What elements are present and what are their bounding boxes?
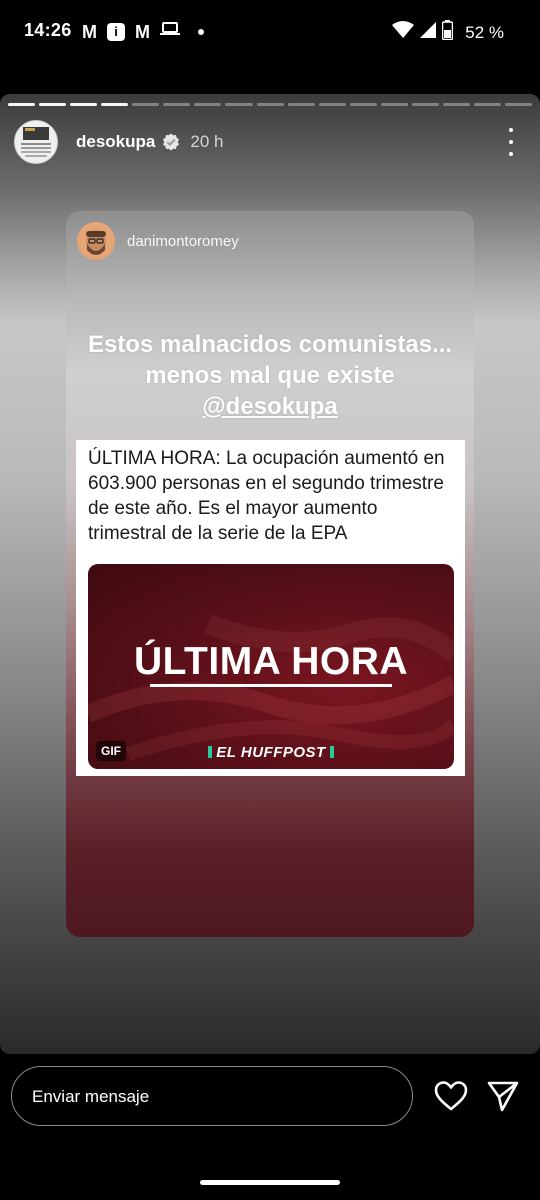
send-message-placeholder: Enviar mensaje [32, 1087, 150, 1106]
reshared-post-card[interactable]: danimontoromey Estos malnacidos comunist… [66, 211, 474, 937]
progress-segment [318, 103, 346, 106]
media-title: ÚLTIMA HORA [133, 640, 409, 683]
battery-percentage: 52 % [465, 22, 504, 42]
gmail-icon: M [82, 21, 97, 42]
signal-icon [420, 22, 437, 43]
send-paper-plane-icon[interactable] [486, 1080, 520, 1112]
story-timestamp: 20 h [190, 132, 224, 151]
notification-icons: M i M [82, 21, 204, 42]
progress-segment [256, 103, 284, 106]
tweet-text: ÚLTIMA HORA: La ocupación aumentó en 603… [88, 448, 445, 544]
system-status-icons: 52 % [392, 20, 504, 45]
post-author-avatar[interactable] [77, 222, 115, 260]
dot-icon [198, 28, 204, 35]
post-username[interactable]: danimontoromey [127, 233, 239, 250]
progress-segment [473, 103, 501, 106]
progress-segment [70, 103, 98, 106]
gif-media[interactable]: ÚLTIMA HORA GIF EL HUFFPOST [88, 564, 454, 769]
huffpost-logo: EL HUFFPOST [88, 744, 454, 761]
progress-segment [163, 103, 191, 106]
avatar[interactable] [14, 120, 58, 164]
caption-text: Estos malnacidos comunistas... menos mal… [87, 331, 453, 389]
story-caption: Estos malnacidos comunistas... menos mal… [82, 329, 458, 422]
metro-m-icon: M [135, 21, 150, 42]
story-progress-bar [8, 103, 533, 106]
progress-segment [8, 103, 36, 106]
story-view[interactable]: desokupa 20 h danimontoromey Estos malna… [0, 94, 540, 1054]
tweet-screenshot: ÚLTIMA HORA: La ocupación aumentó en 603… [76, 440, 465, 776]
laptop-icon [160, 21, 180, 42]
progress-segment [349, 103, 377, 106]
media-underline [150, 684, 392, 687]
progress-segment [39, 103, 67, 106]
home-gesture-bar[interactable] [200, 1180, 340, 1185]
progress-segment [411, 103, 439, 106]
battery-icon [442, 20, 454, 45]
status-time: 14:26 [24, 20, 72, 40]
progress-segment [194, 103, 222, 106]
send-message-input[interactable]: Enviar mensaje [11, 1066, 413, 1126]
progress-segment [101, 103, 129, 106]
progress-segment [380, 103, 408, 106]
progress-segment [442, 103, 470, 106]
instagram-story-screen: 14:26 M i M 52 % desokupa 20 h danimonto… [0, 0, 540, 1200]
mention-link[interactable]: @desokupa [202, 393, 337, 420]
post-header: danimontoromey [77, 222, 239, 260]
progress-segment [132, 103, 160, 106]
status-bar: 14:26 M i M 52 % [0, 0, 540, 64]
wifi-icon [392, 21, 415, 44]
like-heart-icon[interactable] [434, 1080, 468, 1112]
progress-segment [287, 103, 315, 106]
story-username[interactable]: desokupa [76, 132, 155, 152]
huffpost-logo-text: EL HUFFPOST [216, 744, 326, 761]
info-icon: i [107, 22, 125, 41]
more-options-icon[interactable] [506, 128, 516, 156]
verified-badge-icon [163, 133, 180, 151]
story-header: desokupa 20 h [14, 120, 526, 164]
progress-segment [505, 103, 533, 106]
progress-segment [225, 103, 253, 106]
